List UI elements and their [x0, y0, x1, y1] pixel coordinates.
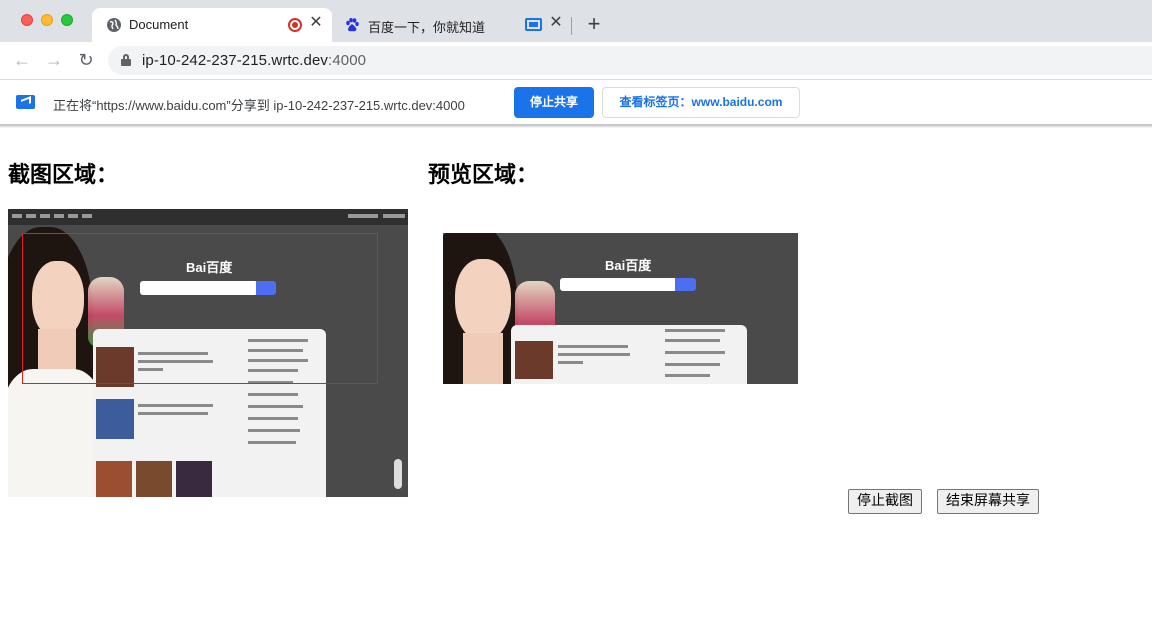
- url-host: ip-10-242-237-215.wrtc.dev: [142, 52, 329, 69]
- record-icon: [288, 18, 302, 32]
- sharing-message: 正在将“https://www.baidu.com”分享到 ip-10-242-…: [53, 98, 465, 113]
- end-screen-share-button[interactable]: 结束屏幕共享: [937, 489, 1039, 514]
- close-icon[interactable]: ✕: [546, 13, 566, 33]
- tab-document[interactable]: Document ✕: [92, 8, 332, 42]
- window-minimize-button[interactable]: [41, 14, 53, 26]
- reload-icon[interactable]: ↻: [75, 49, 97, 71]
- new-tab-button[interactable]: +: [583, 13, 605, 35]
- address-bar[interactable]: ip-10-242-237-215.wrtc.dev:4000: [108, 46, 1152, 75]
- tab-baidu[interactable]: 百度一下，你就知道 ✕: [332, 8, 572, 42]
- url-port: :4000: [328, 52, 367, 69]
- tab-title: Document: [129, 17, 189, 32]
- close-icon[interactable]: ✕: [306, 13, 326, 33]
- preview-image: Bai百度: [443, 233, 798, 384]
- preview-canvas: Bai百度: [443, 233, 798, 384]
- capture-video[interactable]: Bai百度: [8, 209, 408, 509]
- tab-title: 百度一下，你就知道: [368, 20, 486, 35]
- globe-icon: [107, 18, 121, 32]
- sharing-infobar: 正在将“https://www.baidu.com”分享到 ip-10-242-…: [0, 79, 1152, 125]
- baidu-paw-icon: [346, 18, 359, 32]
- tab-separator: [571, 17, 572, 35]
- baidu-logo: Bai百度: [605, 258, 652, 273]
- back-arrow-icon[interactable]: ←: [11, 49, 33, 71]
- tab-strip: Document ✕ 百度一下，你就知道 ✕ +: [0, 0, 1152, 42]
- infobar-shadow: [0, 125, 1152, 128]
- lock-icon[interactable]: [121, 54, 131, 66]
- url-text: ip-10-242-237-215.wrtc.dev:4000: [142, 52, 366, 69]
- preview-area-heading: 预览区域：: [428, 162, 539, 187]
- capture-area-heading: 截图区域：: [8, 162, 119, 187]
- shared-screen-image: Bai百度: [8, 209, 408, 509]
- window-zoom-button[interactable]: [61, 14, 73, 26]
- browser-toolbar: ← → ↻ ip-10-242-237-215.wrtc.dev:4000: [0, 42, 1152, 79]
- stop-sharing-button[interactable]: 停止共享: [514, 87, 594, 118]
- stop-capture-button[interactable]: 停止截图: [848, 489, 922, 514]
- capture-selection-rect[interactable]: [22, 233, 378, 384]
- cast-icon: [525, 18, 542, 31]
- window-close-button[interactable]: [21, 14, 33, 26]
- screen-share-icon: [16, 95, 35, 109]
- baidu-top-nav: [8, 209, 408, 225]
- forward-arrow-icon[interactable]: →: [43, 49, 65, 71]
- view-tab-button[interactable]: 查看标签页：www.baidu.com: [602, 87, 800, 118]
